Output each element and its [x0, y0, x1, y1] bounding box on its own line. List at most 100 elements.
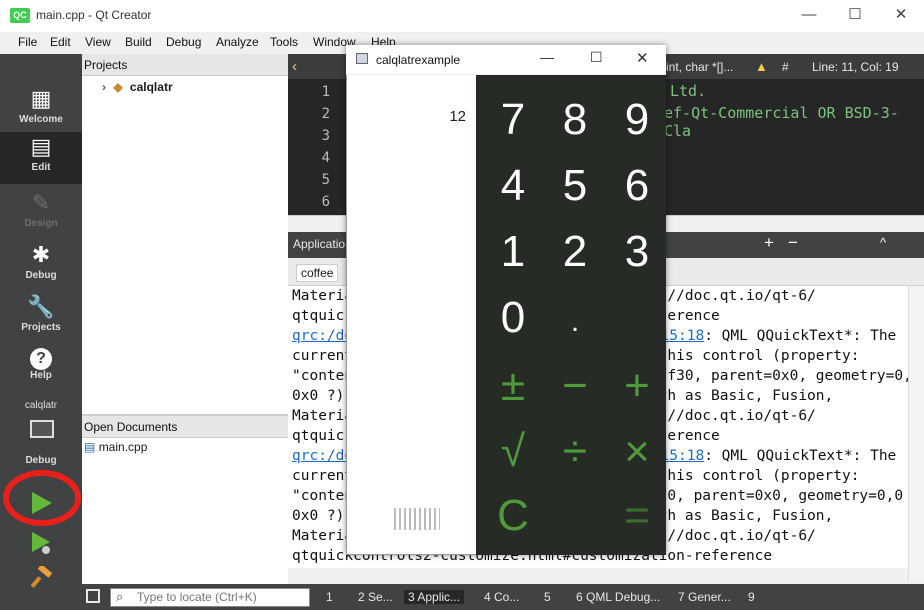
key-7[interactable]: 7 [482, 90, 544, 150]
mode-label: Help [30, 370, 52, 381]
open-document-item[interactable]: ▤ main.cpp [82, 438, 288, 454]
code-line: Ltd. [670, 82, 707, 100]
calculator-display: 12 [449, 108, 466, 125]
cpp-file-icon: ▤ [84, 440, 96, 454]
chevron-right-icon: › [102, 80, 106, 94]
wrench-icon: 🔧 [27, 294, 55, 319]
mode-label: Projects [21, 322, 61, 333]
window-title: main.cpp - Qt Creator [36, 8, 152, 22]
build-hammer-icon[interactable] [30, 566, 54, 588]
line-number: 2 [321, 106, 330, 122]
key-4[interactable]: 4 [482, 156, 544, 216]
menu-tools[interactable]: Tools [270, 35, 298, 49]
toggle-sidebar-icon[interactable] [86, 589, 100, 603]
key-divide[interactable]: ÷ [544, 422, 606, 482]
open-documents-header: Open Documents [82, 416, 288, 438]
output-tab-qml-debug[interactable]: 6 QML Debug... [576, 590, 660, 604]
output-tab-issues[interactable]: 1 [326, 590, 333, 604]
menu-edit[interactable]: Edit [50, 35, 71, 49]
output-tab-9[interactable]: 9 [748, 590, 755, 604]
output-link[interactable]: qrc:/de [292, 448, 353, 464]
key-plus-minus[interactable]: ± [482, 356, 544, 416]
key-1[interactable]: 1 [482, 222, 544, 282]
mode-debug[interactable]: ✱ Debug [0, 240, 82, 292]
line-number: 5 [321, 172, 330, 188]
key-3[interactable]: 3 [606, 222, 668, 282]
cursor-position[interactable]: Line: 11, Col: 19 [812, 60, 899, 74]
output-tab-5[interactable]: 5 [544, 590, 551, 604]
output-vertical-scrollbar[interactable] [908, 286, 924, 582]
back-arrow-icon[interactable]: ‹ [292, 58, 297, 75]
output-tab-coffee[interactable]: coffee [296, 264, 339, 282]
close-button[interactable]: ✕ [878, 0, 924, 32]
menu-analyze[interactable]: Analyze [216, 35, 259, 49]
key-6[interactable]: 6 [606, 156, 668, 216]
projects-panel-header: Projects [82, 54, 288, 76]
locator-input[interactable]: Type to locate (Ctrl+K) [110, 588, 310, 607]
output-tab-general[interactable]: 7 Gener... [678, 590, 731, 604]
kit-project-name: calqlatr [24, 400, 58, 411]
key-0[interactable]: 0 [482, 288, 544, 348]
sidebar: Projects › ◆ calqlatr Open Documents ▤ m… [82, 54, 288, 584]
hash-icon[interactable]: # [782, 60, 789, 74]
mode-label: Welcome [19, 114, 63, 125]
code-line: ef-Qt-Commercial OR BSD-3-Cla [664, 104, 899, 140]
menu-build[interactable]: Build [125, 35, 152, 49]
output-tab-application[interactable]: 3 Applic... [404, 590, 465, 604]
symbol-dropdown[interactable]: int, char *[]... [666, 60, 733, 74]
chevron-up-icon[interactable]: ^ [880, 235, 886, 250]
project-folder-icon: ◆ [113, 80, 123, 94]
line-number: 1 [321, 84, 330, 100]
qt-creator-logo: QC [10, 8, 30, 23]
mode-projects[interactable]: 🔧 Projects [0, 292, 82, 344]
plus-icon[interactable]: + [764, 233, 774, 253]
mode-help[interactable]: ? Help [0, 344, 82, 396]
calc-close-button[interactable]: ✕ [636, 49, 649, 67]
project-name: calqlatr [129, 80, 173, 94]
key-square-root[interactable]: √ [482, 422, 544, 482]
key-decimal-point[interactable]: . [544, 292, 606, 352]
key-equals[interactable]: = [606, 486, 668, 546]
mode-design: ✎ Design [0, 188, 82, 240]
key-8[interactable]: 8 [544, 90, 606, 150]
output-tab-compile[interactable]: 4 Co... [484, 590, 519, 604]
drawer-handle[interactable] [394, 508, 440, 530]
key-9[interactable]: 9 [606, 90, 668, 150]
mode-edit[interactable]: ▤ Edit [0, 132, 82, 184]
calc-minimize-button[interactable]: — [540, 49, 554, 65]
output-tab-search[interactable]: 2 Se... [358, 590, 393, 604]
calculator-title: calqlatrexample [376, 53, 461, 67]
key-add[interactable]: + [606, 356, 668, 416]
app-window-icon [356, 53, 368, 64]
key-5[interactable]: 5 [544, 156, 606, 216]
calc-maximize-button[interactable]: ☐ [590, 49, 603, 66]
open-document-name: main.cpp [98, 440, 148, 454]
open-documents-title: Open Documents [84, 420, 178, 434]
key-clear[interactable]: C [482, 486, 544, 546]
minimize-button[interactable]: — [786, 0, 832, 32]
maximize-button[interactable]: ☐ [832, 0, 878, 32]
grid-icon: ▦ [30, 86, 52, 111]
warning-icon: ▲ [755, 59, 768, 74]
mode-welcome[interactable]: ▦ Welcome [0, 84, 82, 136]
output-pane-title: Applicatio [293, 237, 346, 251]
menu-view[interactable]: View [85, 35, 111, 49]
minus-icon[interactable]: − [788, 233, 798, 253]
help-icon: ? [30, 348, 52, 370]
menu-debug[interactable]: Debug [166, 35, 201, 49]
search-icon: ⌕ [116, 589, 124, 604]
key-multiply[interactable]: × [606, 422, 668, 482]
document-icon: ▤ [30, 134, 52, 159]
projects-panel-title: Projects [84, 58, 128, 72]
output-link[interactable]: qrc:/de [292, 328, 353, 344]
key-subtract[interactable]: − [544, 356, 606, 416]
mode-label: Design [24, 218, 58, 229]
key-2[interactable]: 2 [544, 222, 606, 282]
menu-file[interactable]: File [18, 35, 37, 49]
pencil-icon: ✎ [31, 190, 51, 215]
bug-icon: ✱ [31, 242, 51, 267]
line-number: 6 [321, 194, 330, 210]
monitor-icon[interactable] [30, 420, 54, 438]
line-number: 3 [321, 128, 330, 144]
project-tree-root[interactable]: › ◆ calqlatr [82, 76, 288, 94]
